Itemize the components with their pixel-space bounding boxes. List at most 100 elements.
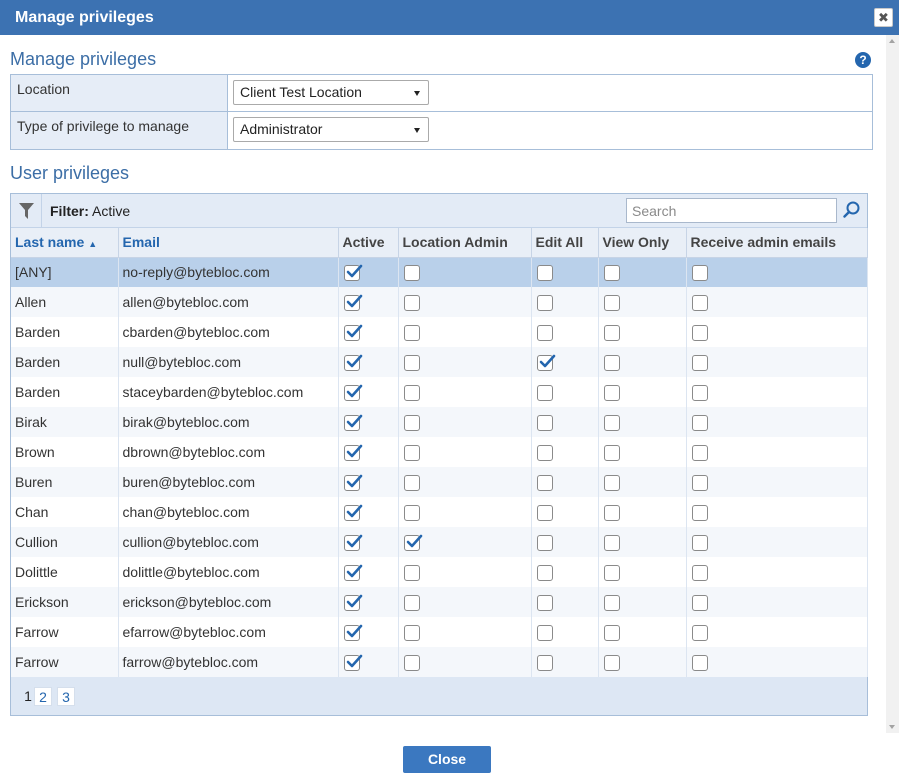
view-only-checkbox[interactable] xyxy=(603,534,620,551)
active-checkbox[interactable] xyxy=(343,444,362,461)
edit-all-checkbox[interactable] xyxy=(536,414,553,431)
table-row[interactable]: [ANY] no-reply@bytebloc.com xyxy=(11,257,868,287)
vertical-scrollbar[interactable] xyxy=(886,35,899,733)
edit-all-checkbox[interactable] xyxy=(536,474,553,491)
location-admin-checkbox[interactable] xyxy=(403,534,422,551)
view-only-checkbox[interactable] xyxy=(603,594,620,611)
question-circle-icon[interactable]: ? xyxy=(855,52,871,68)
search-input[interactable]: Search xyxy=(626,198,837,223)
location-admin-checkbox[interactable] xyxy=(403,384,420,401)
location-admin-checkbox[interactable] xyxy=(403,414,420,431)
active-checkbox[interactable] xyxy=(343,264,362,281)
active-checkbox[interactable] xyxy=(343,624,362,641)
edit-all-checkbox[interactable] xyxy=(536,654,553,671)
receive-admin-emails-checkbox[interactable] xyxy=(691,264,708,281)
edit-all-checkbox[interactable] xyxy=(536,564,553,581)
active-checkbox[interactable] xyxy=(343,504,362,521)
view-only-checkbox[interactable] xyxy=(603,504,620,521)
view-only-checkbox[interactable] xyxy=(603,384,620,401)
receive-admin-emails-checkbox[interactable] xyxy=(691,414,708,431)
page-3-link[interactable]: 3 xyxy=(57,687,75,706)
table-row[interactable]: Birak birak@bytebloc.com xyxy=(11,407,868,437)
active-checkbox[interactable] xyxy=(343,384,362,401)
receive-admin-emails-checkbox[interactable] xyxy=(691,354,708,371)
edit-all-checkbox[interactable] xyxy=(536,534,553,551)
active-checkbox[interactable] xyxy=(343,474,362,491)
location-admin-checkbox[interactable] xyxy=(403,624,420,641)
location-admin-checkbox[interactable] xyxy=(403,354,420,371)
edit-all-checkbox[interactable] xyxy=(536,354,555,371)
location-admin-checkbox[interactable] xyxy=(403,654,420,671)
edit-all-checkbox[interactable] xyxy=(536,444,553,461)
active-checkbox[interactable] xyxy=(343,564,362,581)
table-row[interactable]: Farrow farrow@bytebloc.com xyxy=(11,647,868,677)
location-admin-checkbox[interactable] xyxy=(403,294,420,311)
location-admin-checkbox[interactable] xyxy=(403,564,420,581)
view-only-checkbox[interactable] xyxy=(603,264,620,281)
view-only-checkbox[interactable] xyxy=(603,294,620,311)
edit-all-checkbox[interactable] xyxy=(536,294,553,311)
table-row[interactable]: Barden staceybarden@bytebloc.com xyxy=(11,377,868,407)
receive-admin-emails-checkbox[interactable] xyxy=(691,294,708,311)
location-admin-checkbox[interactable] xyxy=(403,324,420,341)
view-only-checkbox[interactable] xyxy=(603,624,620,641)
scroll-up-icon[interactable] xyxy=(889,39,895,43)
active-checkbox[interactable] xyxy=(343,534,362,551)
table-row[interactable]: Erickson erickson@bytebloc.com xyxy=(11,587,868,617)
edit-all-checkbox[interactable] xyxy=(536,384,553,401)
receive-admin-emails-checkbox[interactable] xyxy=(691,534,708,551)
location-admin-checkbox[interactable] xyxy=(403,474,420,491)
table-row[interactable]: Chan chan@bytebloc.com xyxy=(11,497,868,527)
active-checkbox[interactable] xyxy=(343,294,362,311)
receive-admin-emails-checkbox[interactable] xyxy=(691,474,708,491)
active-checkbox[interactable] xyxy=(343,324,362,341)
scroll-down-icon[interactable] xyxy=(889,725,895,729)
receive-admin-emails-checkbox[interactable] xyxy=(691,504,708,521)
table-row[interactable]: Cullion cullion@bytebloc.com xyxy=(11,527,868,557)
location-admin-checkbox[interactable] xyxy=(403,264,420,281)
table-row[interactable]: Dolittle dolittle@bytebloc.com xyxy=(11,557,868,587)
table-row[interactable]: Allen allen@bytebloc.com xyxy=(11,287,868,317)
edit-all-checkbox[interactable] xyxy=(536,264,553,281)
location-admin-checkbox[interactable] xyxy=(403,444,420,461)
column-header-last-name[interactable]: Last name ▲ xyxy=(11,228,119,258)
table-row[interactable]: Buren buren@bytebloc.com xyxy=(11,467,868,497)
receive-admin-emails-checkbox[interactable] xyxy=(691,564,708,581)
active-checkbox[interactable] xyxy=(343,654,362,671)
receive-admin-emails-checkbox[interactable] xyxy=(691,594,708,611)
close-window-button[interactable]: ✖ xyxy=(874,8,893,27)
active-checkbox[interactable] xyxy=(343,414,362,431)
view-only-checkbox[interactable] xyxy=(603,654,620,671)
receive-admin-emails-checkbox[interactable] xyxy=(691,654,708,671)
edit-all-checkbox[interactable] xyxy=(536,504,553,521)
view-only-checkbox[interactable] xyxy=(603,564,620,581)
edit-all-checkbox[interactable] xyxy=(536,624,553,641)
location-admin-checkbox[interactable] xyxy=(403,594,420,611)
search-icon[interactable] xyxy=(843,201,861,219)
column-header-email[interactable]: Email xyxy=(118,228,339,258)
privilege-type-select[interactable]: Administrator xyxy=(233,117,429,142)
location-admin-cell xyxy=(398,317,532,347)
table-row[interactable]: Farrow efarrow@bytebloc.com xyxy=(11,617,868,647)
view-only-checkbox[interactable] xyxy=(603,324,620,341)
filter-button[interactable] xyxy=(11,194,42,227)
receive-admin-emails-checkbox[interactable] xyxy=(691,324,708,341)
table-row[interactable]: Barden null@bytebloc.com xyxy=(11,347,868,377)
edit-all-checkbox[interactable] xyxy=(536,324,553,341)
edit-all-checkbox[interactable] xyxy=(536,594,553,611)
close-button[interactable]: Close xyxy=(403,746,491,773)
page-2-link[interactable]: 2 xyxy=(34,687,52,706)
receive-admin-emails-checkbox[interactable] xyxy=(691,444,708,461)
location-admin-checkbox[interactable] xyxy=(403,504,420,521)
view-only-checkbox[interactable] xyxy=(603,444,620,461)
receive-admin-emails-checkbox[interactable] xyxy=(691,624,708,641)
view-only-checkbox[interactable] xyxy=(603,354,620,371)
table-row[interactable]: Brown dbrown@bytebloc.com xyxy=(11,437,868,467)
active-checkbox[interactable] xyxy=(343,354,362,371)
table-row[interactable]: Barden cbarden@bytebloc.com xyxy=(11,317,868,347)
view-only-checkbox[interactable] xyxy=(603,414,620,431)
active-checkbox[interactable] xyxy=(343,594,362,611)
view-only-checkbox[interactable] xyxy=(603,474,620,491)
receive-admin-emails-checkbox[interactable] xyxy=(691,384,708,401)
location-select[interactable]: Client Test Location xyxy=(233,80,429,105)
